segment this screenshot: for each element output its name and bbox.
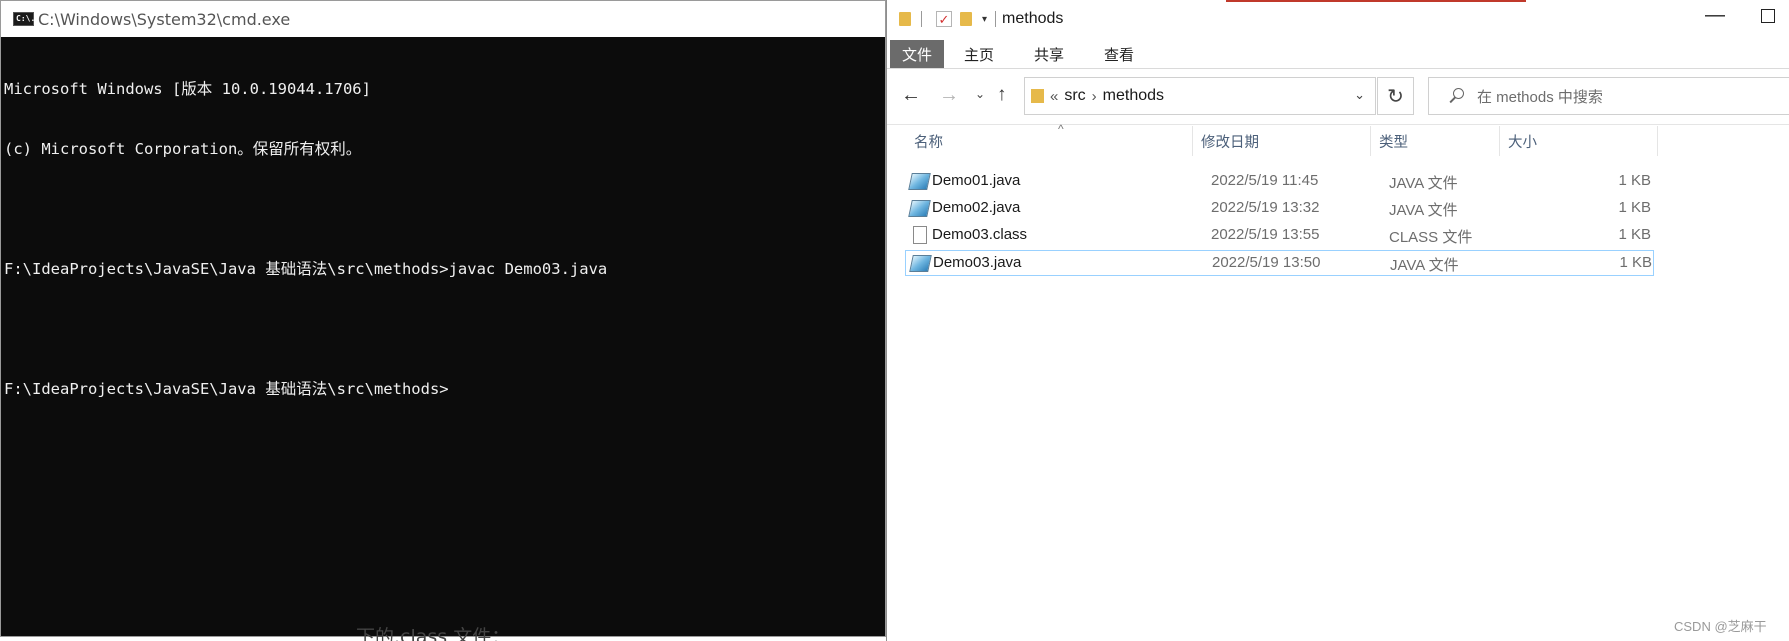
console-line: (c) Microsoft Corporation。保留所有权利。: [4, 140, 362, 158]
breadcrumb-chevron-icon[interactable]: ›: [1092, 88, 1097, 105]
maximize-button[interactable]: [1761, 9, 1775, 23]
column-header-date[interactable]: 修改日期: [1192, 126, 1370, 156]
search-icon: [1447, 86, 1467, 106]
properties-icon[interactable]: ✓: [936, 11, 952, 27]
title-divider: [995, 11, 997, 27]
tab-view[interactable]: 查看: [1084, 40, 1154, 68]
file-row[interactable]: Demo01.java 2022/5/19 11:45 JAVA 文件 1 KB: [905, 169, 1654, 195]
cmd-app-icon-label: C:\.: [16, 14, 36, 23]
customize-dropdown-icon[interactable]: ▾: [982, 14, 987, 25]
address-bar[interactable]: « src › methods ⌄: [1024, 77, 1376, 115]
cmd-window-title: C:\Windows\System32\cmd.exe: [38, 9, 291, 29]
refresh-button[interactable]: ↻: [1377, 77, 1414, 115]
explorer-titlebar[interactable]: ✓ ▾ methods: [887, 0, 1789, 38]
column-header-size[interactable]: 大小: [1499, 126, 1599, 156]
file-row[interactable]: Demo03.class 2022/5/19 13:55 CLASS 文件 1 …: [905, 223, 1654, 249]
background-document-text: 下的.class 文件：: [356, 626, 511, 641]
tab-share[interactable]: 共享: [1014, 40, 1084, 68]
column-header-row: ^ 名称 修改日期 类型 大小: [887, 122, 1789, 156]
column-header-name[interactable]: 名称: [905, 126, 1192, 156]
desktop: C:\. C:\Windows\System32\cmd.exe Microso…: [0, 0, 1789, 641]
folder-icon: [899, 12, 911, 26]
file-size: 1 KB: [1618, 226, 1651, 243]
console-line: Microsoft Windows [版本 10.0.19044.1706]: [4, 80, 371, 98]
quick-access-divider: [921, 11, 922, 27]
address-dropdown-chevron-icon[interactable]: ⌄: [1354, 87, 1365, 103]
refresh-icon: ↻: [1387, 85, 1404, 108]
watermark: CSDN @芝麻干: [1674, 619, 1767, 634]
minimize-button[interactable]: —: [1700, 4, 1730, 27]
search-input[interactable]: 在 methods 中搜索: [1428, 77, 1789, 115]
tab-file[interactable]: 文件: [890, 40, 944, 68]
column-divider[interactable]: [1657, 126, 1658, 156]
folder-icon: [1031, 89, 1044, 103]
breadcrumb-methods[interactable]: methods: [1103, 87, 1164, 105]
ribbon-divider: [887, 68, 1789, 69]
file-row-selected[interactable]: Demo03.java 2022/5/19 13:50 JAVA 文件 1 KB: [905, 250, 1654, 276]
explorer-window-title: methods: [1002, 10, 1064, 27]
forward-arrow-icon[interactable]: →: [939, 84, 959, 107]
tab-home[interactable]: 主页: [944, 40, 1014, 68]
breadcrumb-overflow[interactable]: «: [1050, 88, 1058, 105]
cmd-app-icon[interactable]: C:\.: [13, 12, 36, 26]
ribbon-tabs: 文件 主页 共享 查看: [887, 40, 1789, 68]
address-divider: [887, 124, 1789, 125]
file-size: 1 KB: [1618, 172, 1651, 189]
file-size: 1 KB: [1618, 199, 1651, 216]
new-folder-icon[interactable]: [960, 12, 972, 26]
navigation-bar: ← → ⌄ ↑ « src › methods ⌄ ↻ 在 methods 中搜…: [887, 75, 1789, 117]
explorer-window[interactable]: ✓ ▾ methods — 文件 主页 共享 查看 ← → ⌄ ↑ « src: [886, 0, 1789, 641]
console-line: F:\IdeaProjects\JavaSE\Java 基础语法\src\met…: [4, 260, 608, 278]
console-prompt-line: F:\IdeaProjects\JavaSE\Java 基础语法\src\met…: [4, 380, 449, 398]
cmd-console-output[interactable]: Microsoft Windows [版本 10.0.19044.1706] (…: [4, 39, 885, 636]
breadcrumb-src[interactable]: src: [1064, 87, 1085, 105]
cmd-titlebar[interactable]: C:\. C:\Windows\System32\cmd.exe: [1, 1, 885, 37]
file-row[interactable]: Demo02.java 2022/5/19 13:32 JAVA 文件 1 KB: [905, 196, 1654, 222]
back-arrow-icon[interactable]: ←: [901, 84, 921, 107]
cmd-window[interactable]: C:\. C:\Windows\System32\cmd.exe Microso…: [0, 0, 886, 637]
recent-locations-chevron-icon[interactable]: ⌄: [975, 87, 985, 101]
file-size: 1 KB: [1619, 254, 1652, 271]
search-placeholder: 在 methods 中搜索: [1477, 88, 1603, 106]
column-header-type[interactable]: 类型: [1370, 126, 1499, 156]
up-arrow-icon[interactable]: ↑: [997, 84, 1007, 106]
